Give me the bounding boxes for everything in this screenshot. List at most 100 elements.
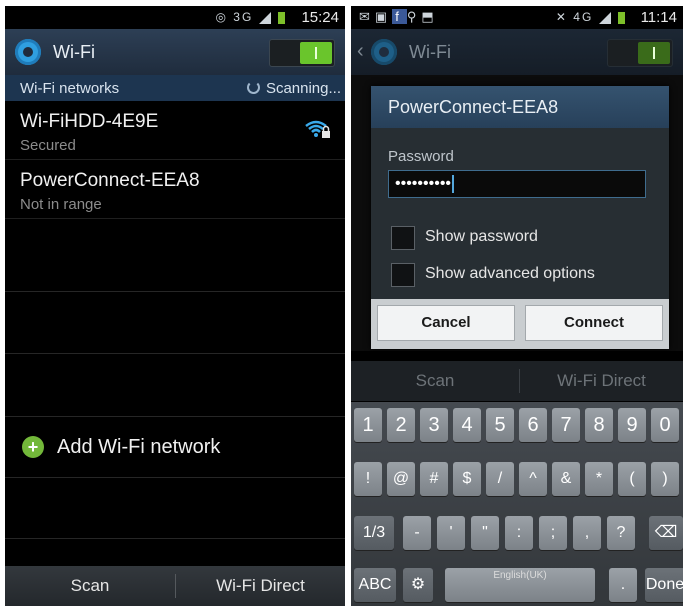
notification-icons: ✉▣ f ⚲⬒: [359, 9, 439, 25]
network-name: Wi-FiHDD-4E9E: [20, 111, 159, 132]
password-input[interactable]: ••••••••••: [388, 170, 646, 198]
show-advanced-label: Show advanced options: [425, 265, 595, 282]
key-semicolon[interactable]: ;: [539, 516, 567, 550]
key-exclamation[interactable]: !: [354, 462, 382, 496]
key-quote[interactable]: ": [471, 516, 499, 550]
download-icon: ⬒: [421, 9, 439, 24]
key-asterisk[interactable]: *: [585, 462, 613, 496]
settings-gear-icon[interactable]: [15, 39, 41, 65]
key-at[interactable]: @: [387, 462, 415, 496]
action-bar: Wi-Fi: [5, 29, 345, 75]
signal-icon: [598, 11, 611, 24]
key-dollar[interactable]: $: [453, 462, 481, 496]
key-0[interactable]: 0: [651, 408, 679, 442]
password-label: Password: [388, 148, 454, 165]
key-dash[interactable]: -: [403, 516, 431, 550]
networks-subheader: Wi-Fi networks Scanning...: [5, 75, 345, 101]
cancel-button[interactable]: Cancel: [377, 305, 515, 341]
scanning-status: Scanning...: [246, 80, 341, 97]
toggle-on-knob: [638, 42, 670, 64]
key-question[interactable]: ?: [607, 516, 635, 550]
key-8[interactable]: 8: [585, 408, 613, 442]
gear-icon: ⚙: [410, 576, 426, 593]
scanning-label: Scanning...: [265, 80, 341, 97]
facebook-icon: f: [392, 9, 407, 24]
battery-icon: [278, 11, 285, 24]
done-key[interactable]: Done: [645, 568, 683, 602]
password-value: ••••••••••: [395, 175, 452, 192]
wifi-direct-button[interactable]: Wi-Fi Direct: [176, 566, 345, 606]
key-6[interactable]: 6: [519, 408, 547, 442]
keyboard-settings-key[interactable]: ⚙: [403, 568, 433, 602]
add-wifi-network-row[interactable]: + Add Wi-Fi network: [5, 416, 345, 478]
show-advanced-checkbox[interactable]: [391, 263, 415, 287]
wifi-toggle: [607, 39, 673, 67]
key-caret[interactable]: ^: [519, 462, 547, 496]
key-3[interactable]: 3: [420, 408, 448, 442]
key-ampersand[interactable]: &: [552, 462, 580, 496]
show-password-label: Show password: [425, 228, 538, 245]
scan-button[interactable]: Scan: [351, 361, 519, 401]
status-bar: ✉▣ f ⚲⬒ ✕ 4G 11:14: [351, 6, 683, 29]
key-9[interactable]: 9: [618, 408, 646, 442]
space-language-label: English(UK): [493, 570, 547, 581]
status-time: 15:24: [301, 9, 339, 26]
show-password-checkbox[interactable]: [391, 226, 415, 250]
key-2[interactable]: 2: [387, 408, 415, 442]
key-symbols-page[interactable]: 1/3: [354, 516, 394, 550]
mail-icon: ✉: [359, 9, 375, 24]
key-hash[interactable]: #: [420, 462, 448, 496]
wifi-direct-button[interactable]: Wi-Fi Direct: [520, 361, 683, 401]
network-item-wifihdd[interactable]: Wi-FiHDD-4E9E Secured: [5, 101, 345, 160]
image-icon: ▣: [374, 9, 393, 24]
right-screen: ✉▣ f ⚲⬒ ✕ 4G 11:14 ‹ Wi-Fi PowerConnect-EE…: [351, 6, 683, 606]
on-screen-keyboard: 1 2 3 4 5 6 7 8 9 0 ! @ # $ / ^ & * ( ) …: [351, 402, 683, 606]
action-bar: ‹ Wi-Fi: [351, 29, 683, 75]
wifi-connect-dialog: PowerConnect-EEA8 Password •••••••••• Sh…: [371, 86, 669, 349]
backspace-key[interactable]: ⌫: [649, 516, 683, 550]
key-comma[interactable]: ,: [573, 516, 601, 550]
status-time: 11:14: [640, 9, 677, 26]
network-status: Not in range: [20, 196, 102, 213]
key-7[interactable]: 7: [552, 408, 580, 442]
key-left-paren[interactable]: (: [618, 462, 646, 496]
key-colon[interactable]: :: [505, 516, 533, 550]
divider: [5, 538, 345, 539]
spinner-icon: [246, 81, 260, 94]
key-5[interactable]: 5: [486, 408, 514, 442]
battery-icon: [618, 11, 625, 24]
back-chevron-icon[interactable]: ‹: [357, 40, 364, 63]
settings-gear-icon: [371, 39, 397, 65]
add-network-label: Add Wi-Fi network: [57, 436, 221, 458]
page-title: Wi-Fi: [53, 42, 95, 62]
network-item-powerconnect[interactable]: PowerConnect-EEA8 Not in range: [5, 160, 345, 219]
key-slash[interactable]: /: [486, 462, 514, 496]
mute-icon: ✕: [555, 10, 568, 24]
divider: [5, 291, 345, 292]
scan-button[interactable]: Scan: [5, 566, 175, 606]
network-name: PowerConnect-EEA8: [20, 170, 200, 191]
status-icons: ✕ 4G: [556, 10, 625, 24]
key-right-paren[interactable]: ): [651, 462, 679, 496]
key-abc[interactable]: ABC: [354, 568, 396, 602]
dialog-title: PowerConnect-EEA8: [371, 86, 669, 128]
toggle-on-knob: [300, 42, 332, 64]
status-icons: ◎ 3G: [215, 10, 285, 24]
signal-icon: [258, 11, 271, 24]
key-period[interactable]: .: [609, 568, 637, 602]
wifi-toggle[interactable]: [269, 39, 335, 67]
dialog-body: Password •••••••••• Show password Show a…: [371, 128, 669, 299]
usb-icon: ⚲: [406, 9, 422, 24]
wifi-secured-icon: [305, 120, 330, 138]
key-1[interactable]: 1: [354, 408, 382, 442]
key-4[interactable]: 4: [453, 408, 481, 442]
text-caret: [452, 174, 455, 193]
bottom-bar: Scan Wi-Fi Direct: [5, 566, 345, 606]
dialog-buttons: Cancel Connect: [371, 299, 669, 349]
key-apostrophe[interactable]: ': [437, 516, 465, 550]
status-bar: ◎ 3G 15:24: [5, 6, 345, 29]
backspace-icon: ⌫: [654, 524, 678, 541]
connect-button[interactable]: Connect: [525, 305, 663, 341]
space-key[interactable]: English(UK): [445, 568, 595, 602]
bottom-bar: Scan Wi-Fi Direct: [351, 361, 683, 401]
